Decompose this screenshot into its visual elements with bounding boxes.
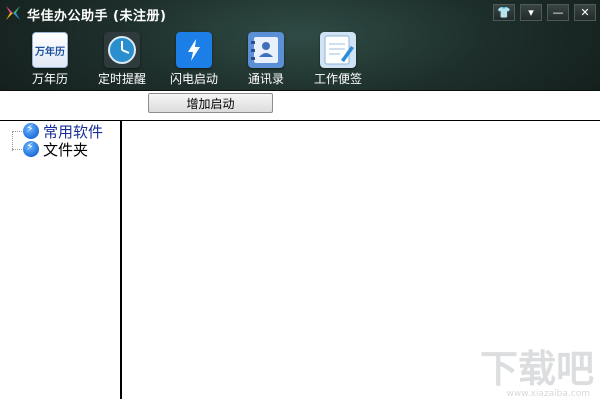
watermark-url: www.xiazaiba.com [506,389,590,399]
app-title: 华佳办公助手 (未注册) [27,9,167,24]
close-button[interactable]: ✕ [574,4,596,21]
toolbar-item-reminder[interactable]: 定时提醒 [86,32,158,87]
toolbar-item-contacts[interactable]: 通讯录 [230,32,302,87]
category-tree[interactable]: 常用软件 文件夹 [0,120,120,399]
toolbar-label: 万年历 [31,72,68,86]
quick-launch-icon [23,140,39,157]
minimize-button[interactable]: — [547,4,569,21]
calendar-icon: 万年历 [32,32,68,68]
calendar-icon-text: 万年历 [35,46,65,58]
action-bar: 增加启动 [0,91,600,120]
app-logo-icon [6,6,20,20]
tree-item-label: 文件夹 [43,140,89,159]
toolbar-item-calendar[interactable]: 万年历 万年历 [14,32,86,87]
skin-icon: 👕 [497,6,511,19]
toolbar-item-notes[interactable]: 工作便签 [302,32,374,87]
contacts-icon [248,32,284,68]
menu-button[interactable]: ▾ [520,4,542,21]
quick-launch-icon [23,122,39,139]
close-icon: ✕ [580,6,590,19]
lightning-icon [176,32,212,68]
title-bar: 华佳办公助手 (未注册) 👕 ▾ — ✕ 万年历 万年历 定时提醒 闪电启动 通… [0,0,600,91]
tree-connector [12,130,22,132]
add-launch-button[interactable]: 增加启动 [148,93,273,113]
toolbar-label: 工作便签 [313,72,362,86]
tree-connector [12,148,22,150]
tree-item-folder[interactable]: 文件夹 [12,140,89,159]
tree-item-common-software[interactable]: 常用软件 [12,122,103,141]
skin-button[interactable]: 👕 [493,4,515,21]
notepad-icon [320,32,356,68]
toolbar-item-quick-launch[interactable]: 闪电启动 [158,32,230,87]
watermark-logo: 下载吧 [479,347,594,391]
content-area: 常用软件 文件夹 下载吧 www.xiazaiba.com [0,120,600,399]
clock-icon [104,32,140,68]
minimize-icon: — [552,6,564,19]
launch-items-pane[interactable]: 下载吧 www.xiazaiba.com [122,120,600,399]
menu-icon: ▾ [528,6,534,19]
window-controls: 👕 ▾ — ✕ [488,4,596,21]
toolbar-label: 定时提醒 [97,72,146,86]
toolbar-label: 闪电启动 [169,72,218,86]
main-toolbar: 万年历 万年历 定时提醒 闪电启动 通讯录 工作便签 [14,32,374,87]
toolbar-label: 通讯录 [247,72,284,86]
